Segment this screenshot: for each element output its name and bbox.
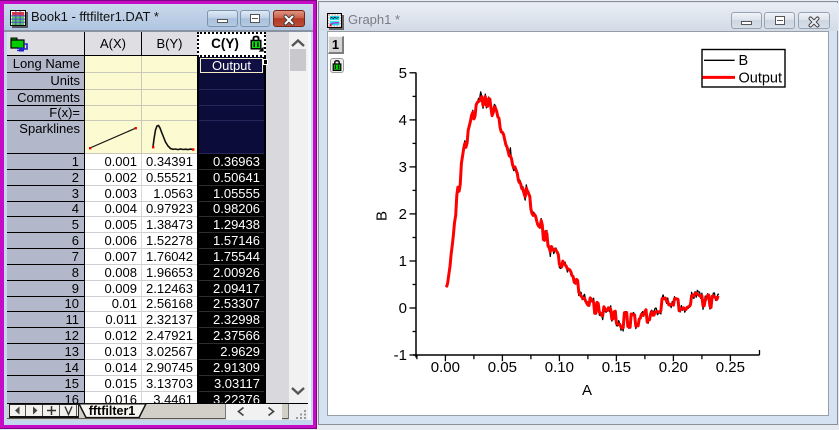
svg-text:A: A <box>582 382 592 399</box>
svg-text:Output: Output <box>739 71 783 87</box>
svg-text:0.20: 0.20 <box>659 359 688 376</box>
svg-text:5: 5 <box>399 65 407 82</box>
svg-text:-1: -1 <box>394 347 407 364</box>
svg-text:3: 3 <box>399 159 407 176</box>
svg-text:0.05: 0.05 <box>488 359 517 376</box>
svg-text:fftfilter1: fftfilter1 <box>89 404 136 418</box>
svg-text:4: 4 <box>399 112 407 129</box>
svg-text:0.25: 0.25 <box>716 359 745 376</box>
svg-text:0.15: 0.15 <box>602 359 631 376</box>
svg-text:0: 0 <box>399 300 407 317</box>
svg-text:0.00: 0.00 <box>431 359 460 376</box>
svg-text:B: B <box>739 53 749 69</box>
svg-text:1: 1 <box>399 253 407 270</box>
svg-text:2: 2 <box>399 206 407 223</box>
svg-text:B: B <box>374 211 391 221</box>
svg-text:0.10: 0.10 <box>545 359 574 376</box>
